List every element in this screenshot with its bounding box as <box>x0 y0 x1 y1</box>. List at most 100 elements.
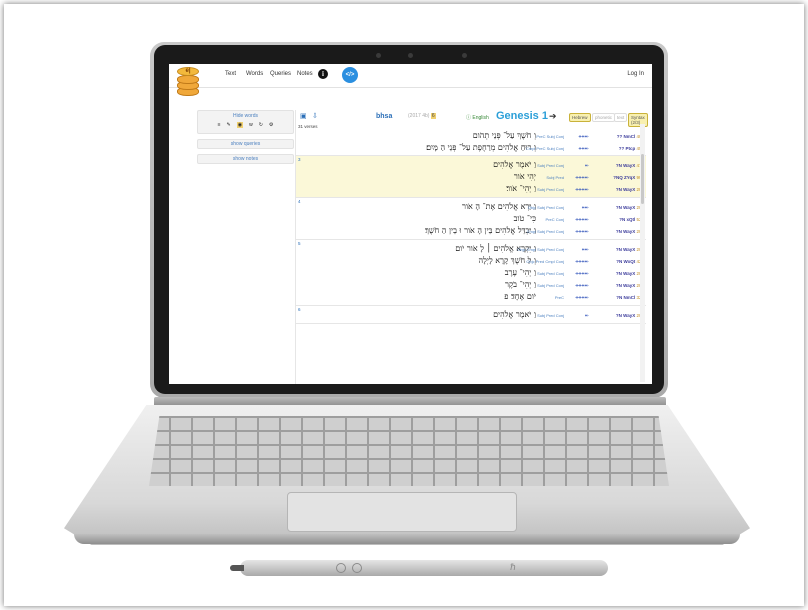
scrollbar-thumb[interactable] <box>641 154 644 204</box>
nav-words[interactable]: Words <box>246 71 263 77</box>
stylus-pen: ℏ <box>230 560 608 576</box>
list-icon[interactable]: ≡ <box>218 122 221 128</box>
clause-type-label: ?N WayX <box>615 205 636 210</box>
hide-words-button[interactable]: Hide words <box>198 113 293 119</box>
trackpad <box>287 492 517 532</box>
version-selector[interactable]: (2017 4b) 6 <box>408 113 436 119</box>
clause-line: וְ חֹשֶׁךְ עַל־ פְּנֵי תְהֹום PreC Subj C… <box>296 131 646 143</box>
clause-arrows: ↞↞↞ <box>578 146 589 152</box>
clause-line: כִּי־ טֹובPreC Conj↞↞↞↞?N xQtl 527 <box>296 214 646 226</box>
login-link[interactable]: Log In <box>627 71 644 77</box>
book-name: Genesis <box>496 110 539 122</box>
phrase-functions: PreC Subj Conj <box>536 134 564 139</box>
clause-type-label: ?N WayX <box>615 247 636 252</box>
phrase-functions: Objc Subj Pred Conj <box>527 205 564 210</box>
clause-type-label: ?N xQtl <box>619 217 636 222</box>
hebrew-text[interactable]: יְהִי אֹור <box>514 172 536 181</box>
hebrew-text[interactable]: וַ יַּבְדֵּל אֱלֹהִים בֵּין הָ אֹור וּ ב… <box>425 226 536 235</box>
edit-icon[interactable]: ✎ <box>227 122 231 128</box>
clause-line: וְ רוּחַ אֱלֹהִים מְרַחֶפֶת עַל־ פְּנֵי … <box>296 143 646 155</box>
verse-row: 3 וַ יֹּאמֶר אֱלֹהִים Subj Pred Conj ↞ ?N Wa… <box>296 156 646 198</box>
phrase-functions: Subj Pred <box>546 175 564 180</box>
clause-line: וַ יֹּאמֶר אֱלֹהִים Subj Pred Conj ↞ ?N Way… <box>296 160 646 172</box>
clause-type-label: ?N NmCl <box>616 295 636 300</box>
code-icon[interactable]: </> <box>342 67 358 83</box>
phrase-functions: PreC <box>554 295 564 300</box>
top-nav-bar: Text Words Queries Notes i </> Log In <box>169 64 652 88</box>
clause-arrows: ↞↞↞↞ <box>575 217 589 223</box>
verse-row: וְ חֹשֶׁךְ עַל־ פְּנֵי תְהֹום PreC Subj C… <box>296 130 646 156</box>
clause-type-label: ?N WayX <box>615 229 636 234</box>
scrollbar[interactable] <box>640 124 645 382</box>
pen-button <box>352 563 362 573</box>
phrase-functions: Subj Pred Conj <box>537 283 564 288</box>
hebrew-text[interactable]: כִּי־ טֹוב <box>514 214 536 223</box>
clause-arrows: ↞↞↞↞ <box>575 295 589 301</box>
text-toggle[interactable]: text <box>614 113 628 122</box>
clause-arrows: ↞ <box>584 313 589 319</box>
show-notes-button[interactable]: show notes <box>197 154 294 164</box>
hebrew-text[interactable]: וַ יְהִי־ בֹקֶר <box>505 280 536 289</box>
hide-words-panel: Hide words ≡ ✎ ◉ w ↻ ⚙ <box>197 110 294 134</box>
word-icon[interactable]: w <box>249 122 253 128</box>
phrase-functions: Cmpl PreC Subj Conj <box>525 146 564 151</box>
phonetic-toggle[interactable]: phonetic <box>592 113 616 122</box>
phrase-functions: Subj Pred Conj <box>537 313 564 318</box>
app-screen: Text Words Queries Notes i </> Log In e|… <box>169 64 652 384</box>
hebrew-text[interactable]: וַ יַּרְא אֱלֹהִים אֶת־ הָ אֹור <box>462 202 536 211</box>
hebrew-text[interactable]: יֹום אֶחָד׃ פ <box>504 292 536 301</box>
refresh-icon[interactable]: ↻ <box>259 122 263 128</box>
version-count: 6 <box>430 113 436 119</box>
hebrew-text[interactable]: וְ חֹשֶׁךְ עַל־ פְּנֵי תְהֹום <box>473 131 536 140</box>
logo-disk <box>177 75 199 84</box>
hebrew-text[interactable]: וַ יֹּאמֶר אֱלֹהִים <box>493 160 536 169</box>
clause-arrows: ↞↞ <box>581 205 589 211</box>
clause-line: וַ יַּרְא אֱלֹהִים אֶת־ הָ אֹור Objc Subj… <box>296 202 646 214</box>
gear-icon[interactable]: ⚙ <box>269 122 273 128</box>
chapter-number: 1 <box>541 110 548 122</box>
language-label: English <box>472 115 489 121</box>
clause-type-label: ?N WayX <box>615 271 636 276</box>
show-queries-button[interactable]: show queries <box>197 139 294 149</box>
clause-arrows: ↞↞↞ <box>578 134 589 140</box>
clause-type-label: ?N WayX <box>615 313 636 318</box>
hebrew-text[interactable]: וַ יֹּאמֶר אֱלֹהִים <box>493 310 536 319</box>
language-selector[interactable]: ⓘ English <box>466 114 489 121</box>
corpus-name[interactable]: bhsa <box>376 113 392 120</box>
target-icon[interactable]: ◉ <box>236 122 244 128</box>
clause-arrows: ↞↞↞↞ <box>575 283 589 289</box>
phrase-functions: Cmpl Subj Pred Conj <box>526 229 564 234</box>
clause-type-label: ?NQ ZYqX <box>613 175 636 180</box>
hebrew-text[interactable]: וַ יְהִי־ עֶרֶב <box>505 268 536 277</box>
next-chapter-icon[interactable]: ➔ <box>549 111 557 122</box>
nav-notes[interactable]: Notes <box>297 71 313 77</box>
app-logo[interactable]: e| <box>177 67 199 99</box>
camera-dot <box>376 53 381 58</box>
clause-line: וַ יַּבְדֵּל אֱלֹהִים בֵּין הָ אֹור וּ ב… <box>296 226 646 238</box>
phrase-functions: Subj Pred Conj <box>537 271 564 276</box>
clause-line: וַ יְהִי־ בֹקֶר Subj Pred Conj ↞↞↞↞ ?N WayX… <box>296 280 646 292</box>
clause-line: וְ לַ חֹשֶׁךְ קָרָא לָיְלָה Objc Pred Cmp… <box>296 256 646 268</box>
hp-logo-icon: ℏ <box>510 562 516 572</box>
clause-arrows: ↞↞↞↞ <box>575 259 589 265</box>
download-icon[interactable]: ⇩ <box>312 112 318 120</box>
clause-line: וַ יִּקְרָא אֱלֹהִים ׀ לָ אֹור יֹום Objc … <box>296 244 646 256</box>
hebrew-toggle[interactable]: Hebrew <box>569 113 591 122</box>
nav-queries[interactable]: Queries <box>270 71 291 77</box>
display-icon[interactable]: ▣ <box>300 112 307 120</box>
phrase-functions: Objc Pred Cmpl Conj <box>526 259 564 264</box>
pen-tip <box>230 565 244 571</box>
hebrew-text[interactable]: וְ רוּחַ אֱלֹהִים מְרַחֶפֶת עַל־ פְּנֵי … <box>426 143 536 152</box>
phrase-functions: Subj Pred Conj <box>537 187 564 192</box>
nav-text[interactable]: Text <box>225 71 236 77</box>
version-left: 2017 <box>409 113 421 119</box>
clause-type-label: ?N WayX <box>615 187 636 192</box>
version-right: 4b <box>422 113 428 119</box>
hebrew-text[interactable]: וַ יְהִי־ אֹור׃ <box>506 184 536 193</box>
info-icon[interactable]: i <box>318 69 328 79</box>
clause-line: יֹום אֶחָד׃ פPreC↞↞↞↞?N NmCl 327 <box>296 292 646 304</box>
clause-arrows: ↞↞↞↞ <box>575 187 589 193</box>
pen-button <box>336 563 346 573</box>
clause-type-label: ?N WayX <box>615 283 636 288</box>
passage-title[interactable]: Genesis 1 <box>496 110 548 122</box>
